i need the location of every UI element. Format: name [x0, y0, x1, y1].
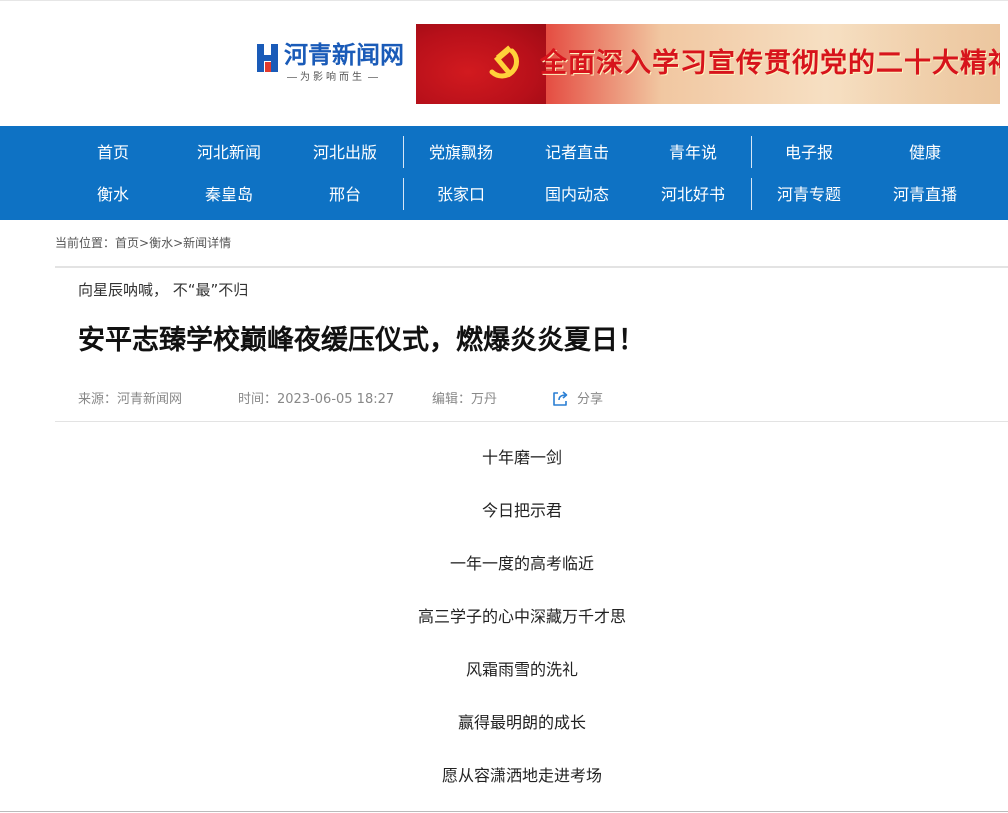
logo-h-icon — [257, 44, 278, 72]
breadcrumb-separator: > — [139, 236, 150, 250]
hammer-sickle-icon — [489, 45, 519, 79]
article-paragraph: 十年磨一剑 — [481, 448, 562, 467]
nav-item-hebei-news[interactable]: 河北新闻 — [171, 135, 287, 171]
breadcrumb: 当前位置：首页>衡水>新闻详情 — [55, 235, 231, 251]
banner-flag — [416, 24, 546, 104]
breadcrumb-separator: > — [173, 236, 184, 250]
nav-item-e-paper[interactable]: 电子报 — [751, 135, 867, 171]
meta-divider — [55, 421, 1008, 422]
nav-item-home[interactable]: 首页 — [55, 135, 171, 171]
article-paragraph: 风霜雨雪的洗礼 — [465, 660, 578, 679]
nav-item-domestic[interactable]: 国内动态 — [519, 177, 635, 213]
breadcrumb-current: 新闻详情 — [183, 236, 232, 250]
site-header: 河青新闻网 为影响而生 全面深入学习宣传贯彻党的二十大精神 — [0, 0, 1008, 126]
nav-divider — [751, 178, 752, 210]
nav-item-health[interactable]: 健康 — [867, 135, 983, 171]
article-time: 时间：2023-06-05 18:27 — [238, 392, 395, 407]
breadcrumb-home-link[interactable]: 首页 — [115, 236, 139, 250]
nav-divider — [403, 136, 404, 168]
article-title: 安平志臻学校巅峰夜缓压仪式，燃爆炎炎夏日！ — [78, 325, 645, 356]
nav-item-qinhuangdao[interactable]: 秦皇岛 — [171, 177, 287, 213]
article-paragraph: 高三学子的心中深藏万千才思 — [417, 607, 626, 626]
nav-item-xingtai[interactable]: 邢台 — [287, 177, 403, 213]
banner-slogan: 全面深入学习宣传贯彻党的二十大精神 — [540, 48, 1000, 79]
article-paragraph: 一年一度的高考临近 — [449, 554, 594, 573]
nav-item-special-topics[interactable]: 河青专题 — [751, 177, 867, 213]
article-paragraph: 今日把示君 — [481, 501, 562, 520]
breadcrumb-prefix: 当前位置： — [55, 236, 116, 250]
main-nav: 首页 河北新闻 河北出版 党旗飘扬 记者直击 青年说 电子报 健康 衡水 秦皇岛… — [0, 126, 1008, 220]
bottom-divider — [0, 811, 1008, 812]
nav-item-youth-talk[interactable]: 青年说 — [635, 135, 751, 171]
breadcrumb-section-link[interactable]: 衡水 — [149, 236, 173, 250]
nav-item-reporter[interactable]: 记者直击 — [519, 135, 635, 171]
article-source: 来源：河青新闻网 — [78, 392, 183, 407]
promo-banner[interactable]: 全面深入学习宣传贯彻党的二十大精神 — [416, 24, 1000, 104]
article-editor: 编辑：万丹 — [432, 392, 498, 407]
nav-item-hebei-publishing[interactable]: 河北出版 — [287, 135, 403, 171]
logo-slogan: 为影响而生 — [284, 71, 381, 85]
share-icon[interactable] — [551, 390, 569, 408]
nav-item-hebei-books[interactable]: 河北好书 — [635, 177, 751, 213]
nav-divider — [403, 178, 404, 210]
article-subtitle: 向星辰呐喊， 不“最”不归 — [78, 281, 249, 299]
nav-item-party-flag[interactable]: 党旗飘扬 — [403, 135, 519, 171]
site-logo[interactable]: 河青新闻网 为影响而生 — [256, 40, 404, 90]
nav-item-zhangjiakou[interactable]: 张家口 — [403, 177, 519, 213]
article-paragraph: 赢得最明朗的成长 — [457, 713, 586, 732]
share-button[interactable]: 分享 — [577, 391, 603, 409]
logo-title: 河青新闻网 — [284, 41, 404, 69]
nav-item-hengshui[interactable]: 衡水 — [55, 177, 171, 213]
article-paragraph: 愿从容潇洒地走进考场 — [441, 766, 602, 785]
breadcrumb-divider — [55, 266, 1008, 268]
nav-divider — [751, 136, 752, 168]
nav-item-live[interactable]: 河青直播 — [867, 177, 983, 213]
